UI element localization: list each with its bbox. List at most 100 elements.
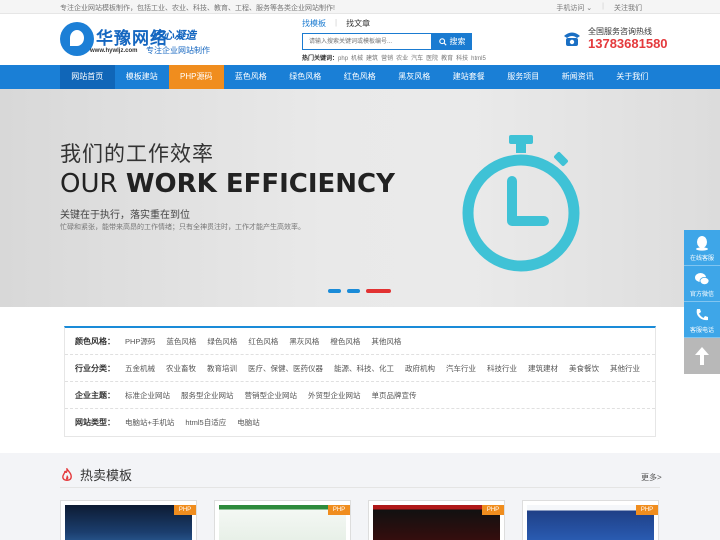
- search-input[interactable]: [302, 33, 432, 50]
- template-card[interactable]: PHP: [214, 500, 351, 540]
- filter-option[interactable]: 建筑建材: [528, 363, 558, 374]
- slide-dot-active[interactable]: [366, 289, 391, 293]
- search-icon: [438, 37, 447, 46]
- filter-option[interactable]: 电脑站: [237, 417, 260, 428]
- hero-banner[interactable]: 我们的工作效率 OUR WORK EFFICIENCY 关键在于执行，落实重在到…: [0, 89, 720, 307]
- hot-keyword[interactable]: php: [338, 56, 348, 62]
- filter-label: 颜色风格：: [75, 336, 115, 346]
- phone-service-label: 客服电话: [689, 328, 714, 334]
- more-link[interactable]: 更多>: [641, 472, 662, 483]
- filter-option[interactable]: 红色风格: [248, 336, 278, 347]
- filter-option[interactable]: 美食餐饮: [569, 363, 599, 374]
- hot-keyword[interactable]: 医院: [426, 56, 438, 62]
- filter-option[interactable]: 橙色风格: [330, 336, 360, 347]
- php-badge: PHP: [636, 505, 658, 515]
- filter-option[interactable]: 单页品牌宣传: [372, 390, 417, 401]
- banner-title-cn: 我们的工作效率: [60, 143, 214, 166]
- hot-keywords-label: 热门关键词：: [302, 56, 339, 62]
- filter-option[interactable]: 能源、科技、化工: [334, 363, 394, 374]
- banner-tagline: 关键在于执行，落实重在到位: [60, 210, 190, 221]
- template-card[interactable]: PHP: [522, 500, 659, 540]
- hotline-number[interactable]: 13783681580: [588, 36, 668, 51]
- filter-option[interactable]: 其他风格: [371, 336, 401, 347]
- filter-option[interactable]: 汽车行业: [446, 363, 476, 374]
- hot-keywords: 热门关键词：php 机械 建筑 营销 农业 汽车 医院 教育 科技 html5: [302, 53, 486, 62]
- filter-options: 标准企业网站 服务型企业网站 营销型企业网站 外贸型企业网站 单页品牌宣传: [125, 390, 417, 401]
- search-row: 搜索: [302, 33, 482, 50]
- filter-row-type: 网站类型： 电脑站+手机站 html5自适应 电脑站: [65, 409, 655, 436]
- online-service-label: 在线客服: [689, 256, 714, 262]
- filter-option[interactable]: 电脑站+手机站: [125, 417, 174, 428]
- hot-keyword[interactable]: 营销: [381, 56, 393, 62]
- filter-option[interactable]: 其他行业: [610, 363, 640, 374]
- side-float-bar: 在线客服 官方微信 客服电话: [684, 230, 720, 374]
- search-tabs: 找模板 | 找文章: [302, 18, 482, 32]
- site-intro: 专注企业网站模板制作，包括工业、农业、科技、教育、工程、服务等各类企业网站制作!: [60, 5, 335, 12]
- nav-item-news[interactable]: 新闻资讯: [551, 65, 606, 89]
- hot-keyword[interactable]: 建筑: [366, 56, 378, 62]
- phone-call-icon: [696, 309, 708, 321]
- filter-option[interactable]: 绿色风格: [207, 336, 237, 347]
- back-to-top-button[interactable]: [684, 338, 720, 374]
- hot-keyword[interactable]: html5: [471, 56, 486, 62]
- filter-option[interactable]: 医疗、保健、医药仪器: [248, 363, 323, 374]
- section-header: 热卖模板: [60, 465, 132, 484]
- filter-option[interactable]: 蓝色风格: [166, 336, 196, 347]
- filter-option[interactable]: html5自适应: [185, 417, 226, 428]
- wechat-label: 官方微信: [689, 292, 714, 298]
- banner-description: 忙碌和紧张，能带来高昂的工作情绪；只有全神贯注时，工作才能产生高效率。: [60, 224, 305, 231]
- tab-find-template[interactable]: 找模板: [302, 18, 326, 32]
- nav-item-services[interactable]: 服务项目: [496, 65, 551, 89]
- slide-dot[interactable]: [328, 289, 341, 293]
- banner-title-en-part2: WORK EFFICIENCY: [125, 169, 395, 199]
- template-card[interactable]: PHP: [368, 500, 505, 540]
- phone-service-button[interactable]: 客服电话: [684, 302, 720, 338]
- filter-option[interactable]: PHP源码: [125, 336, 155, 347]
- filter-option[interactable]: 外贸型企业网站: [308, 390, 361, 401]
- nav-item-about[interactable]: 关于我们: [605, 65, 660, 89]
- template-card[interactable]: PHP: [60, 500, 197, 540]
- nav-item-templates[interactable]: 模板建站: [115, 65, 170, 89]
- filter-option[interactable]: 科技行业: [487, 363, 517, 374]
- arrow-up-icon: [695, 347, 709, 365]
- banner-title-en-part1: OUR: [60, 169, 126, 199]
- filter-options: 电脑站+手机站 html5自适应 电脑站: [125, 417, 260, 428]
- follow-us-link[interactable]: 关注我们: [614, 3, 642, 13]
- wechat-button[interactable]: 官方微信: [684, 266, 720, 302]
- filter-option[interactable]: 政府机构: [405, 363, 435, 374]
- fire-icon: [62, 467, 72, 481]
- search-button-label: 搜索: [449, 37, 466, 46]
- slide-dot[interactable]: [347, 289, 360, 293]
- logo-slogan: 匠心凝造: [152, 30, 196, 42]
- filter-option[interactable]: 黑灰风格: [289, 336, 319, 347]
- mobile-access-link[interactable]: 手机访问 ⌄: [556, 3, 592, 13]
- filter-option[interactable]: 五金机械: [125, 363, 155, 374]
- hot-keyword[interactable]: 汽车: [411, 56, 423, 62]
- filter-option[interactable]: 标准企业网站: [125, 390, 170, 401]
- filter-option[interactable]: 农业畜牧: [166, 363, 196, 374]
- nav-item-home[interactable]: 网站首页: [60, 65, 115, 89]
- hot-keyword[interactable]: 科技: [456, 56, 468, 62]
- filter-option[interactable]: 营销型企业网站: [245, 390, 298, 401]
- filter-option[interactable]: 服务型企业网站: [181, 390, 234, 401]
- search-button[interactable]: 搜索: [432, 33, 472, 50]
- nav-item-php[interactable]: PHP源码: [169, 65, 224, 89]
- nav-item-red[interactable]: 红色风格: [333, 65, 388, 89]
- logo[interactable]: 华豫网络 匠心凝造 www.hywljz.com 专注企业网站制作: [60, 22, 230, 62]
- template-thumbnail: [65, 505, 192, 540]
- filter-row-industry: 行业分类： 五金机械 农业畜牧 教育培训 医疗、保健、医药仪器 能源、科技、化工…: [65, 355, 655, 382]
- hot-templates-section: 热卖模板 更多> PHP PHP PHP PHP: [0, 453, 720, 540]
- nav-item-green[interactable]: 绿色风格: [278, 65, 333, 89]
- filter-row-theme: 企业主题： 标准企业网站 服务型企业网站 营销型企业网站 外贸型企业网站 单页品…: [65, 382, 655, 409]
- nav-item-packages[interactable]: 建站套餐: [442, 65, 497, 89]
- filter-option[interactable]: 教育培训: [207, 363, 237, 374]
- hot-keyword[interactable]: 教育: [441, 56, 453, 62]
- top-links: 手机访问 ⌄ | 关注我们: [556, 3, 642, 13]
- hot-keyword[interactable]: 农业: [396, 56, 408, 62]
- hot-keyword[interactable]: 机械: [351, 56, 363, 62]
- tab-find-article[interactable]: 找文章: [346, 18, 370, 32]
- online-service-button[interactable]: 在线客服: [684, 230, 720, 266]
- wechat-icon: [695, 273, 710, 285]
- nav-item-blue[interactable]: 蓝色风格: [224, 65, 279, 89]
- nav-item-gray[interactable]: 黑灰风格: [387, 65, 442, 89]
